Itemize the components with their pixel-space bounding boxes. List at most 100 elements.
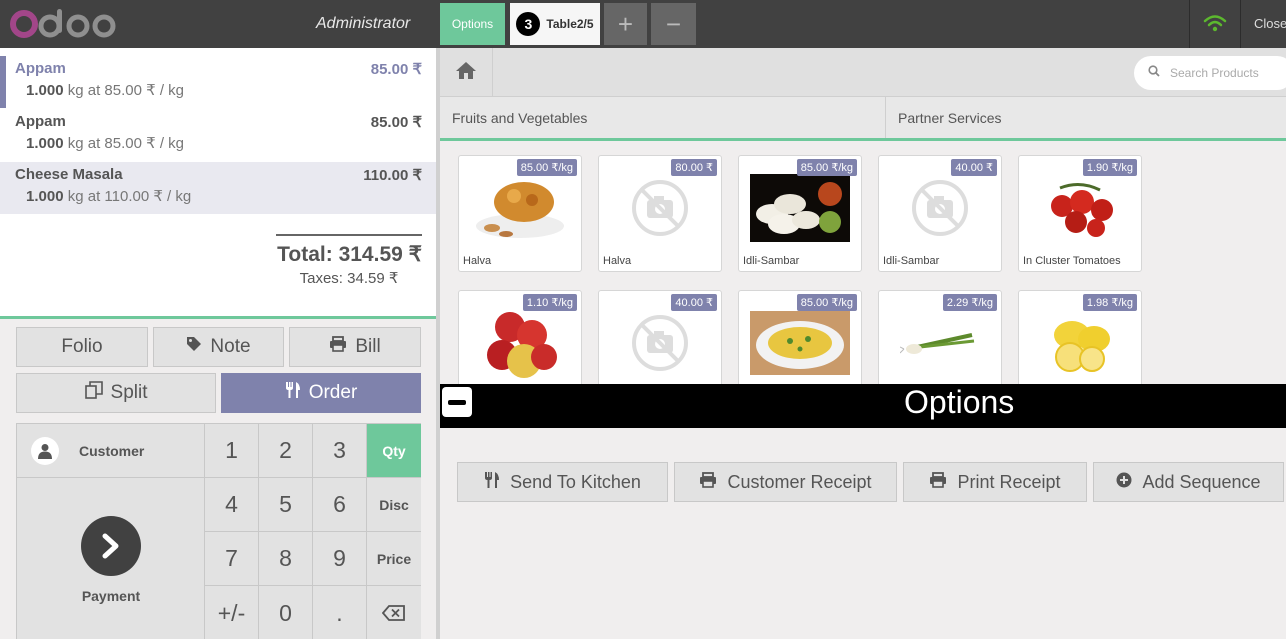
- line-info: 1.000 kg at 85.00 ₹ / kg: [26, 134, 184, 152]
- customer-button[interactable]: Customer: [17, 424, 205, 478]
- onion-image: [889, 307, 991, 379]
- order-total: Total: 314.59 ₹: [277, 243, 422, 266]
- search-input[interactable]: [1170, 66, 1286, 80]
- numpad-key-7[interactable]: 7: [205, 532, 259, 586]
- numpad-key-9[interactable]: 9: [313, 532, 367, 586]
- print-receipt-label: Print Receipt: [957, 471, 1061, 492]
- split-button[interactable]: Split: [16, 373, 216, 413]
- options-button[interactable]: Options: [440, 3, 505, 45]
- product-name: Halva: [463, 255, 492, 267]
- line-product-name: Appam: [15, 113, 66, 130]
- cutlery-icon: [484, 471, 500, 494]
- lemons-image: [1029, 307, 1131, 379]
- numpad-key-0[interactable]: 0: [259, 586, 313, 639]
- table-count-badge: 3: [516, 12, 541, 36]
- search-box[interactable]: [1134, 56, 1286, 90]
- category-partner-services[interactable]: Partner Services: [886, 97, 1286, 138]
- note-button[interactable]: Note: [153, 327, 284, 367]
- numpad-key-1[interactable]: 1: [205, 424, 259, 478]
- product-name: Idli-Sambar: [743, 255, 800, 267]
- bill-button[interactable]: Bill: [289, 327, 421, 367]
- line-info: 1.000 kg at 85.00 ₹ / kg: [26, 81, 184, 99]
- line-detail: kg at 110.00 ₹ / kg: [63, 188, 192, 205]
- line-info: 1.000 kg at 110.00 ₹ / kg: [26, 187, 191, 205]
- product-name: Halva: [603, 255, 632, 267]
- line-qty: 1.000: [26, 82, 64, 99]
- category-bar: Fruits and Vegetables Partner Services: [440, 97, 1286, 141]
- line-qty: 1.000: [26, 188, 64, 205]
- home-button[interactable]: [440, 48, 493, 97]
- product-card[interactable]: 1.90 ₹/kg In Cluster Tomatoes: [1018, 155, 1142, 272]
- home-icon: [455, 60, 477, 85]
- add-order-button[interactable]: +: [604, 3, 647, 45]
- plus-circle-icon: [1116, 472, 1132, 493]
- no-image-icon: [609, 172, 711, 244]
- numpad-key-4[interactable]: 4: [205, 478, 259, 532]
- mode-qty-button[interactable]: Qty: [367, 424, 421, 478]
- poha-image: [749, 307, 851, 379]
- product-card[interactable]: 40.00 ₹: [598, 290, 722, 384]
- payment-button[interactable]: Payment: [17, 478, 205, 639]
- username: Administrator: [316, 15, 411, 32]
- backspace-button[interactable]: [367, 586, 421, 639]
- top-header: Administrator Options 3 Table2/5 + − Clo…: [0, 0, 1286, 48]
- product-name: Idli-Sambar: [883, 255, 940, 267]
- no-image-icon: [609, 307, 711, 379]
- numpad-key-6[interactable]: 6: [313, 478, 367, 532]
- product-card[interactable]: 40.00 ₹ Idli-Sambar: [878, 155, 1002, 272]
- table-tab[interactable]: 3 Table2/5: [510, 3, 600, 45]
- product-card[interactable]: 1.10 ₹/kg: [458, 290, 582, 384]
- price-tag: 1.10 ₹/kg: [522, 294, 577, 311]
- wifi-icon[interactable]: [1203, 14, 1227, 37]
- numpad-key-sign[interactable]: +/-: [205, 586, 259, 639]
- order-line[interactable]: Appam 85.00 ₹ 1.000 kg at 85.00 ₹ / kg: [0, 48, 438, 108]
- close-button[interactable]: Close: [1254, 16, 1286, 31]
- line-qty: 1.000: [26, 135, 64, 152]
- backspace-icon: [381, 600, 406, 627]
- product-card[interactable]: 2.29 ₹/kg: [878, 290, 1002, 384]
- mode-price-button[interactable]: Price: [367, 532, 421, 586]
- product-card[interactable]: 80.00 ₹ Halva: [598, 155, 722, 272]
- product-card[interactable]: 85.00 ₹/kg Idli-Sambar: [738, 155, 862, 272]
- line-detail: kg at 85.00 ₹ / kg: [63, 135, 184, 152]
- price-tag: 1.90 ₹/kg: [1082, 159, 1137, 176]
- control-panel: Folio Note Bill Split Order Customer Pay…: [0, 316, 438, 639]
- breadcrumb: [440, 48, 1286, 97]
- order-line[interactable]: Appam 85.00 ₹ 1.000 kg at 85.00 ₹ / kg: [0, 101, 438, 153]
- price-tag: 80.00 ₹: [671, 159, 717, 176]
- send-to-kitchen-label: Send To Kitchen: [510, 471, 641, 492]
- line-price: 110.00 ₹: [363, 167, 422, 184]
- remove-order-button[interactable]: −: [651, 3, 696, 45]
- product-card[interactable]: 85.00 ₹/kg Halva: [458, 155, 582, 272]
- order-line[interactable]: Cheese Masala 110.00 ₹ 1.000 kg at 110.0…: [0, 162, 438, 214]
- numpad-key-dot[interactable]: .: [313, 586, 367, 639]
- customer-receipt-button[interactable]: Customer Receipt: [674, 462, 897, 502]
- line-product-name: Cheese Masala: [15, 166, 123, 183]
- payment-label: Payment: [81, 588, 141, 604]
- product-card[interactable]: 1.98 ₹/kg: [1018, 290, 1142, 384]
- category-fruits-and-vegetables[interactable]: Fruits and Vegetables: [440, 97, 886, 138]
- price-tag: 85.00 ₹/kg: [796, 159, 857, 176]
- line-price: 85.00 ₹: [370, 61, 422, 78]
- numpad-key-2[interactable]: 2: [259, 424, 313, 478]
- print-receipt-button[interactable]: Print Receipt: [903, 462, 1087, 502]
- idli-image: [749, 172, 851, 244]
- folio-label: Folio: [61, 336, 103, 357]
- product-card[interactable]: 85.00 ₹/kg: [738, 290, 862, 384]
- mode-disc-button[interactable]: Disc: [367, 478, 421, 532]
- order-button[interactable]: Order: [221, 373, 421, 413]
- order-lines: Appam 85.00 ₹ 1.000 kg at 85.00 ₹ / kg A…: [0, 48, 438, 316]
- halva-image: [469, 172, 571, 244]
- folio-button[interactable]: Folio: [16, 327, 148, 367]
- tag-icon: [186, 336, 202, 358]
- add-sequence-button[interactable]: Add Sequence: [1093, 462, 1284, 502]
- price-tag: 40.00 ₹: [671, 294, 717, 311]
- product-pane: Fruits and Vegetables Partner Services 8…: [440, 48, 1286, 639]
- options-panel: Send To Kitchen Customer Receipt Print R…: [440, 428, 1286, 639]
- numpad-key-3[interactable]: 3: [313, 424, 367, 478]
- send-to-kitchen-button[interactable]: Send To Kitchen: [457, 462, 668, 502]
- numpad-key-8[interactable]: 8: [259, 532, 313, 586]
- order-summary: Total: 314.59 ₹ Taxes: 34.59 ₹: [276, 234, 422, 287]
- numpad-key-5[interactable]: 5: [259, 478, 313, 532]
- collapse-options-button[interactable]: [442, 387, 472, 417]
